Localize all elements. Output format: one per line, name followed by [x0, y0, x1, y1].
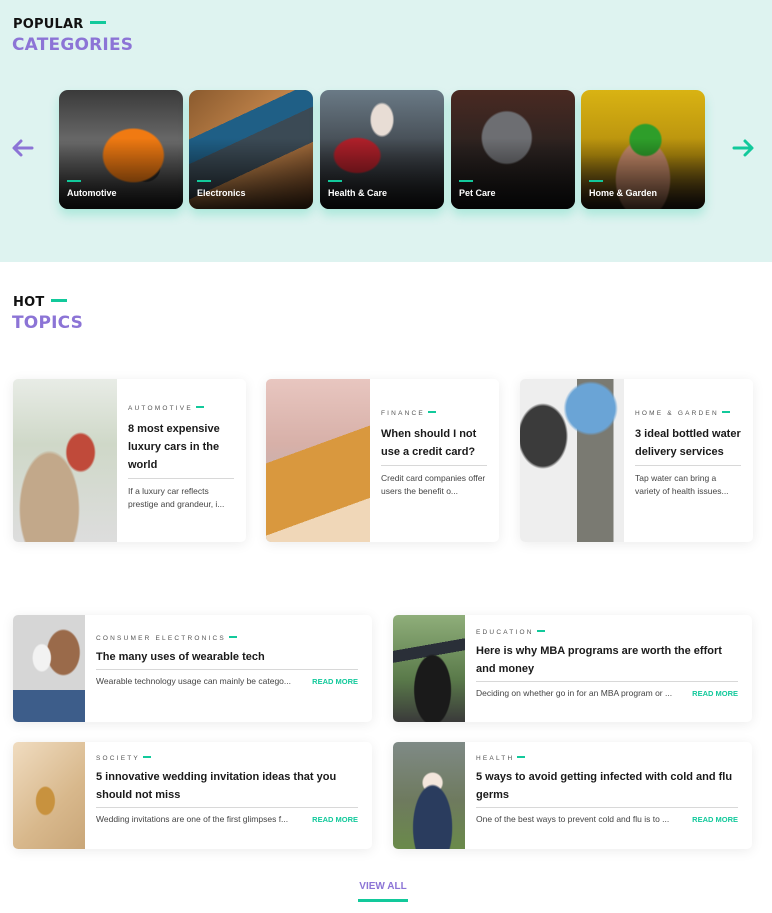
article-category: EDUCATION [476, 629, 738, 636]
article-thumbnail [13, 615, 85, 722]
category-card-automotive[interactable]: Automotive [59, 90, 183, 209]
article-category: AUTOMOTIVE [128, 405, 234, 412]
article-list-item[interactable]: SOCIETY 5 innovative wedding invitation … [13, 742, 372, 849]
article-list-item[interactable]: EDUCATION Here is why MBA programs are w… [393, 615, 752, 722]
article-thumbnail [393, 742, 465, 849]
article-excerpt: If a luxury car reflects prestige and gr… [128, 486, 225, 509]
article-excerpt: Deciding on whether go in for an MBA pro… [476, 688, 673, 698]
article-category: SOCIETY [96, 755, 358, 762]
category-label: Home & Garden [589, 188, 658, 198]
popular-categories-section: POPULAR CATEGORIES Automotive Electronic… [0, 0, 772, 262]
category-label: Electronics [197, 188, 246, 198]
article-category: FINANCE [381, 410, 487, 417]
article-category: HOME & GARDEN [635, 410, 741, 417]
accent-dash [459, 180, 473, 182]
article-thumbnail [393, 615, 465, 722]
carousel-prev-button[interactable] [11, 138, 35, 158]
article-thumbnail [13, 379, 117, 542]
accent-dash [517, 756, 526, 759]
accent-dash [195, 406, 204, 409]
article-title[interactable]: Here is why MBA programs are worth the e… [476, 642, 738, 682]
arrow-right-icon [732, 139, 754, 157]
accent-dash [90, 21, 107, 24]
article-thumbnail [13, 742, 85, 849]
featured-article-card[interactable]: FINANCE When should I not use a credit c… [266, 379, 499, 542]
category-card-electronics[interactable]: Electronics [189, 90, 313, 209]
view-all-link[interactable]: VIEW ALL [357, 881, 409, 902]
accent-dash [721, 411, 730, 414]
article-thumbnail [520, 379, 624, 542]
article-excerpt: Tap water can bring a variety of health … [635, 473, 729, 496]
categories-title: CATEGORIES [12, 35, 134, 55]
accent-dash [589, 180, 603, 182]
popular-kicker-text: POPULAR [13, 17, 84, 32]
article-excerpt: One of the best ways to prevent cold and… [476, 814, 670, 824]
hot-kicker: HOT [13, 295, 68, 310]
accent-dash [536, 630, 545, 633]
article-category: HEALTH [476, 755, 738, 762]
accent-dash [228, 636, 237, 639]
article-title[interactable]: 3 ideal bottled water delivery services [635, 425, 741, 466]
read-more-link[interactable]: READ MORE [692, 815, 738, 824]
article-excerpt: Wearable technology usage can mainly be … [96, 676, 291, 686]
arrow-left-icon [12, 139, 34, 157]
category-label: Pet Care [459, 188, 496, 198]
article-title[interactable]: 5 ways to avoid getting infected with co… [476, 768, 738, 808]
accent-dash [427, 411, 436, 414]
article-excerpt: Credit card companies offer users the be… [381, 473, 486, 496]
article-title[interactable]: When should I not use a credit card? [381, 425, 487, 466]
article-list-item[interactable]: HEALTH 5 ways to avoid getting infected … [393, 742, 752, 849]
hot-kicker-text: HOT [13, 295, 45, 310]
topics-title: TOPICS [12, 313, 84, 333]
article-title[interactable]: 5 innovative wedding invitation ideas th… [96, 768, 358, 808]
article-title[interactable]: The many uses of wearable tech [96, 648, 358, 670]
article-list-item[interactable]: CONSUMER ELECTRONICS The many uses of we… [13, 615, 372, 722]
article-thumbnail [266, 379, 370, 542]
featured-article-card[interactable]: AUTOMOTIVE 8 most expensive luxury cars … [13, 379, 246, 542]
article-category: CONSUMER ELECTRONICS [96, 635, 358, 642]
read-more-link[interactable]: READ MORE [312, 815, 358, 824]
read-more-link[interactable]: READ MORE [692, 689, 738, 698]
accent-dash [51, 299, 68, 302]
article-excerpt: Wedding invitations are one of the first… [96, 814, 289, 824]
featured-article-card[interactable]: HOME & GARDEN 3 ideal bottled water deli… [520, 379, 753, 542]
category-card-health-care[interactable]: Health & Care [320, 90, 444, 209]
article-title[interactable]: 8 most expensive luxury cars in the worl… [128, 420, 234, 479]
accent-dash [142, 756, 151, 759]
view-all-underline [358, 899, 408, 902]
view-all-label: VIEW ALL [359, 881, 407, 892]
read-more-link[interactable]: READ MORE [312, 677, 358, 686]
category-card-home-garden[interactable]: Home & Garden [581, 90, 705, 209]
accent-dash [197, 180, 211, 182]
category-label: Automotive [67, 188, 117, 198]
carousel-next-button[interactable] [731, 138, 755, 158]
accent-dash [328, 180, 342, 182]
category-card-pet-care[interactable]: Pet Care [451, 90, 575, 209]
category-label: Health & Care [328, 188, 388, 198]
popular-kicker: POPULAR [13, 17, 107, 32]
accent-dash [67, 180, 81, 182]
